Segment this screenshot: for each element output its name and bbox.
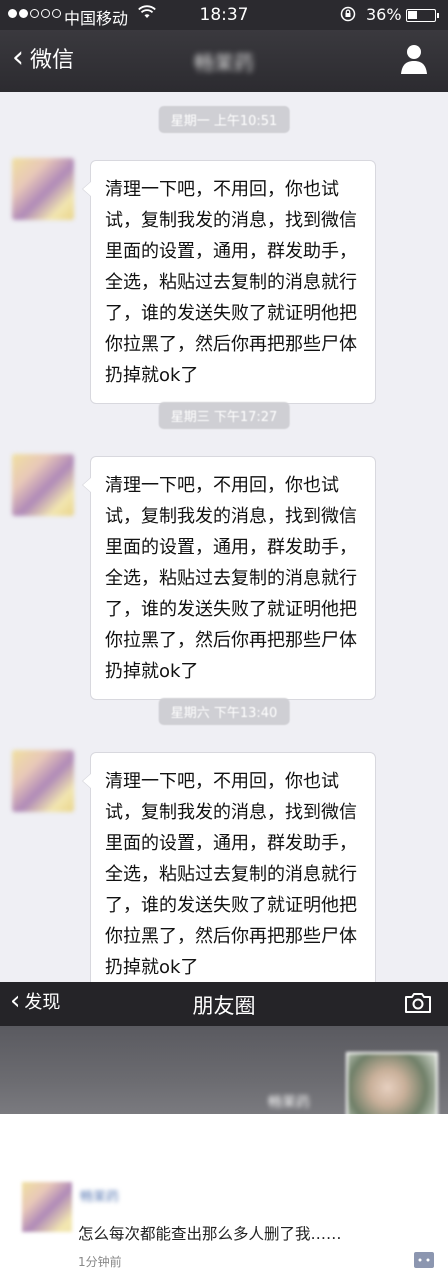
comment-icon[interactable] — [414, 1252, 434, 1268]
wifi-icon — [138, 5, 156, 23]
battery-icon — [406, 9, 439, 22]
message-bubble[interactable]: 清理一下吧，不用回，你也试试，复制我发的消息，找到微信里面的设置，通用，群发助手… — [82, 752, 376, 996]
contact-avatar[interactable] — [12, 750, 74, 812]
post-author-name[interactable]: 畅茉药 — [80, 1186, 119, 1205]
message-bubble[interactable]: 清理一下吧，不用回，你也试试，复制我发的消息，找到微信里面的设置，通用，群发助手… — [82, 160, 376, 404]
chat-area: 星期一 上午10:51 清理一下吧，不用回，你也试试，复制我发的消息，找到微信里… — [0, 92, 448, 996]
signal-dot — [8, 9, 17, 18]
message-timestamp: 星期六 下午13:40 — [158, 698, 290, 725]
back-label: 微信 — [30, 48, 75, 73]
post-time: 1分钟前 — [78, 1255, 122, 1269]
moments-title: 朋友圈 — [192, 994, 256, 1018]
contact-avatar[interactable] — [12, 454, 74, 516]
chevron-left-icon: ‹ — [10, 986, 21, 1016]
signal-dot — [30, 9, 39, 18]
signal-dot — [52, 9, 61, 18]
contact-avatar[interactable] — [12, 158, 74, 220]
status-bar: 中国移动 18:37 36% — [0, 0, 448, 30]
back-button[interactable]: ‹ 微信 — [12, 42, 74, 74]
signal-dot — [41, 9, 50, 18]
message-timestamp: 星期一 上午10:51 — [158, 106, 290, 133]
signal-dot — [19, 9, 28, 18]
moments-back-label: 发现 — [24, 992, 61, 1013]
moments-back-button[interactable]: ‹ 发现 — [10, 988, 60, 1014]
person-icon[interactable] — [398, 42, 430, 76]
battery-level — [408, 11, 417, 19]
signal-strength-icon — [8, 9, 61, 18]
camera-icon[interactable] — [404, 992, 432, 1014]
chat-header: ‹ 微信 畅茉药 — [0, 30, 448, 92]
rotation-lock-icon — [340, 6, 356, 26]
message-bubble[interactable]: 清理一下吧，不用回，你也试试，复制我发的消息，找到微信里面的设置，通用，群发助手… — [82, 456, 376, 700]
battery-percent: 36% — [366, 5, 402, 24]
post-author-avatar[interactable] — [22, 1182, 72, 1232]
moments-header: ‹ 发现 朋友圈 — [0, 982, 448, 1026]
chevron-left-icon: ‹ — [12, 40, 24, 75]
cover-username: 畅茉药 — [268, 1095, 310, 1111]
post-text: 怎么每次都能查出那么多人删了我…… — [78, 1225, 342, 1243]
carrier-name: 中国移动 — [64, 9, 129, 28]
message-timestamp: 星期三 下午17:27 — [158, 402, 290, 429]
